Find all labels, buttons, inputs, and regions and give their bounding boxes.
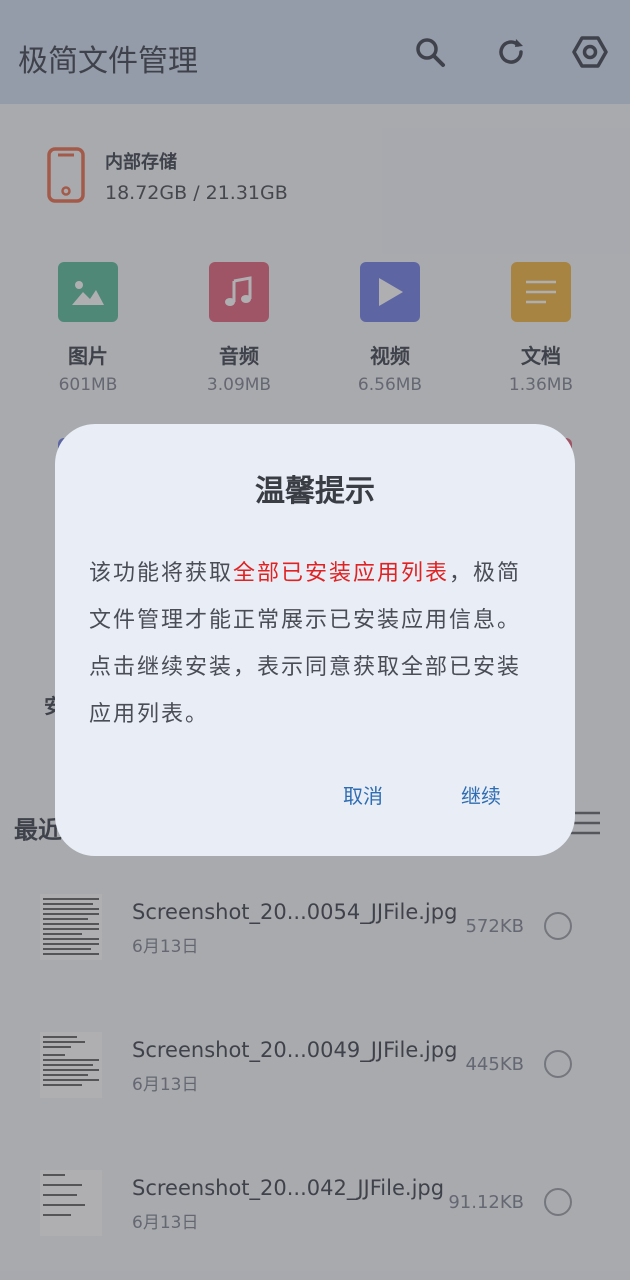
dialog-title: 温馨提示: [255, 474, 375, 509]
dialog-message-highlight: 全部已安装应用列表: [233, 561, 450, 586]
dialog-message-start: 该功能将获取: [89, 561, 234, 586]
cancel-button[interactable]: 取消: [343, 780, 383, 809]
continue-button[interactable]: 继续: [461, 780, 501, 809]
notice-dialog: 温馨提示 该功能将获取全部已安装应用列表，极简文件管理才能正常展示已安装应用信息…: [55, 424, 575, 856]
dialog-message: 该功能将获取全部已安装应用列表，极简文件管理才能正常展示已安装应用信息。点击继续…: [89, 550, 541, 738]
